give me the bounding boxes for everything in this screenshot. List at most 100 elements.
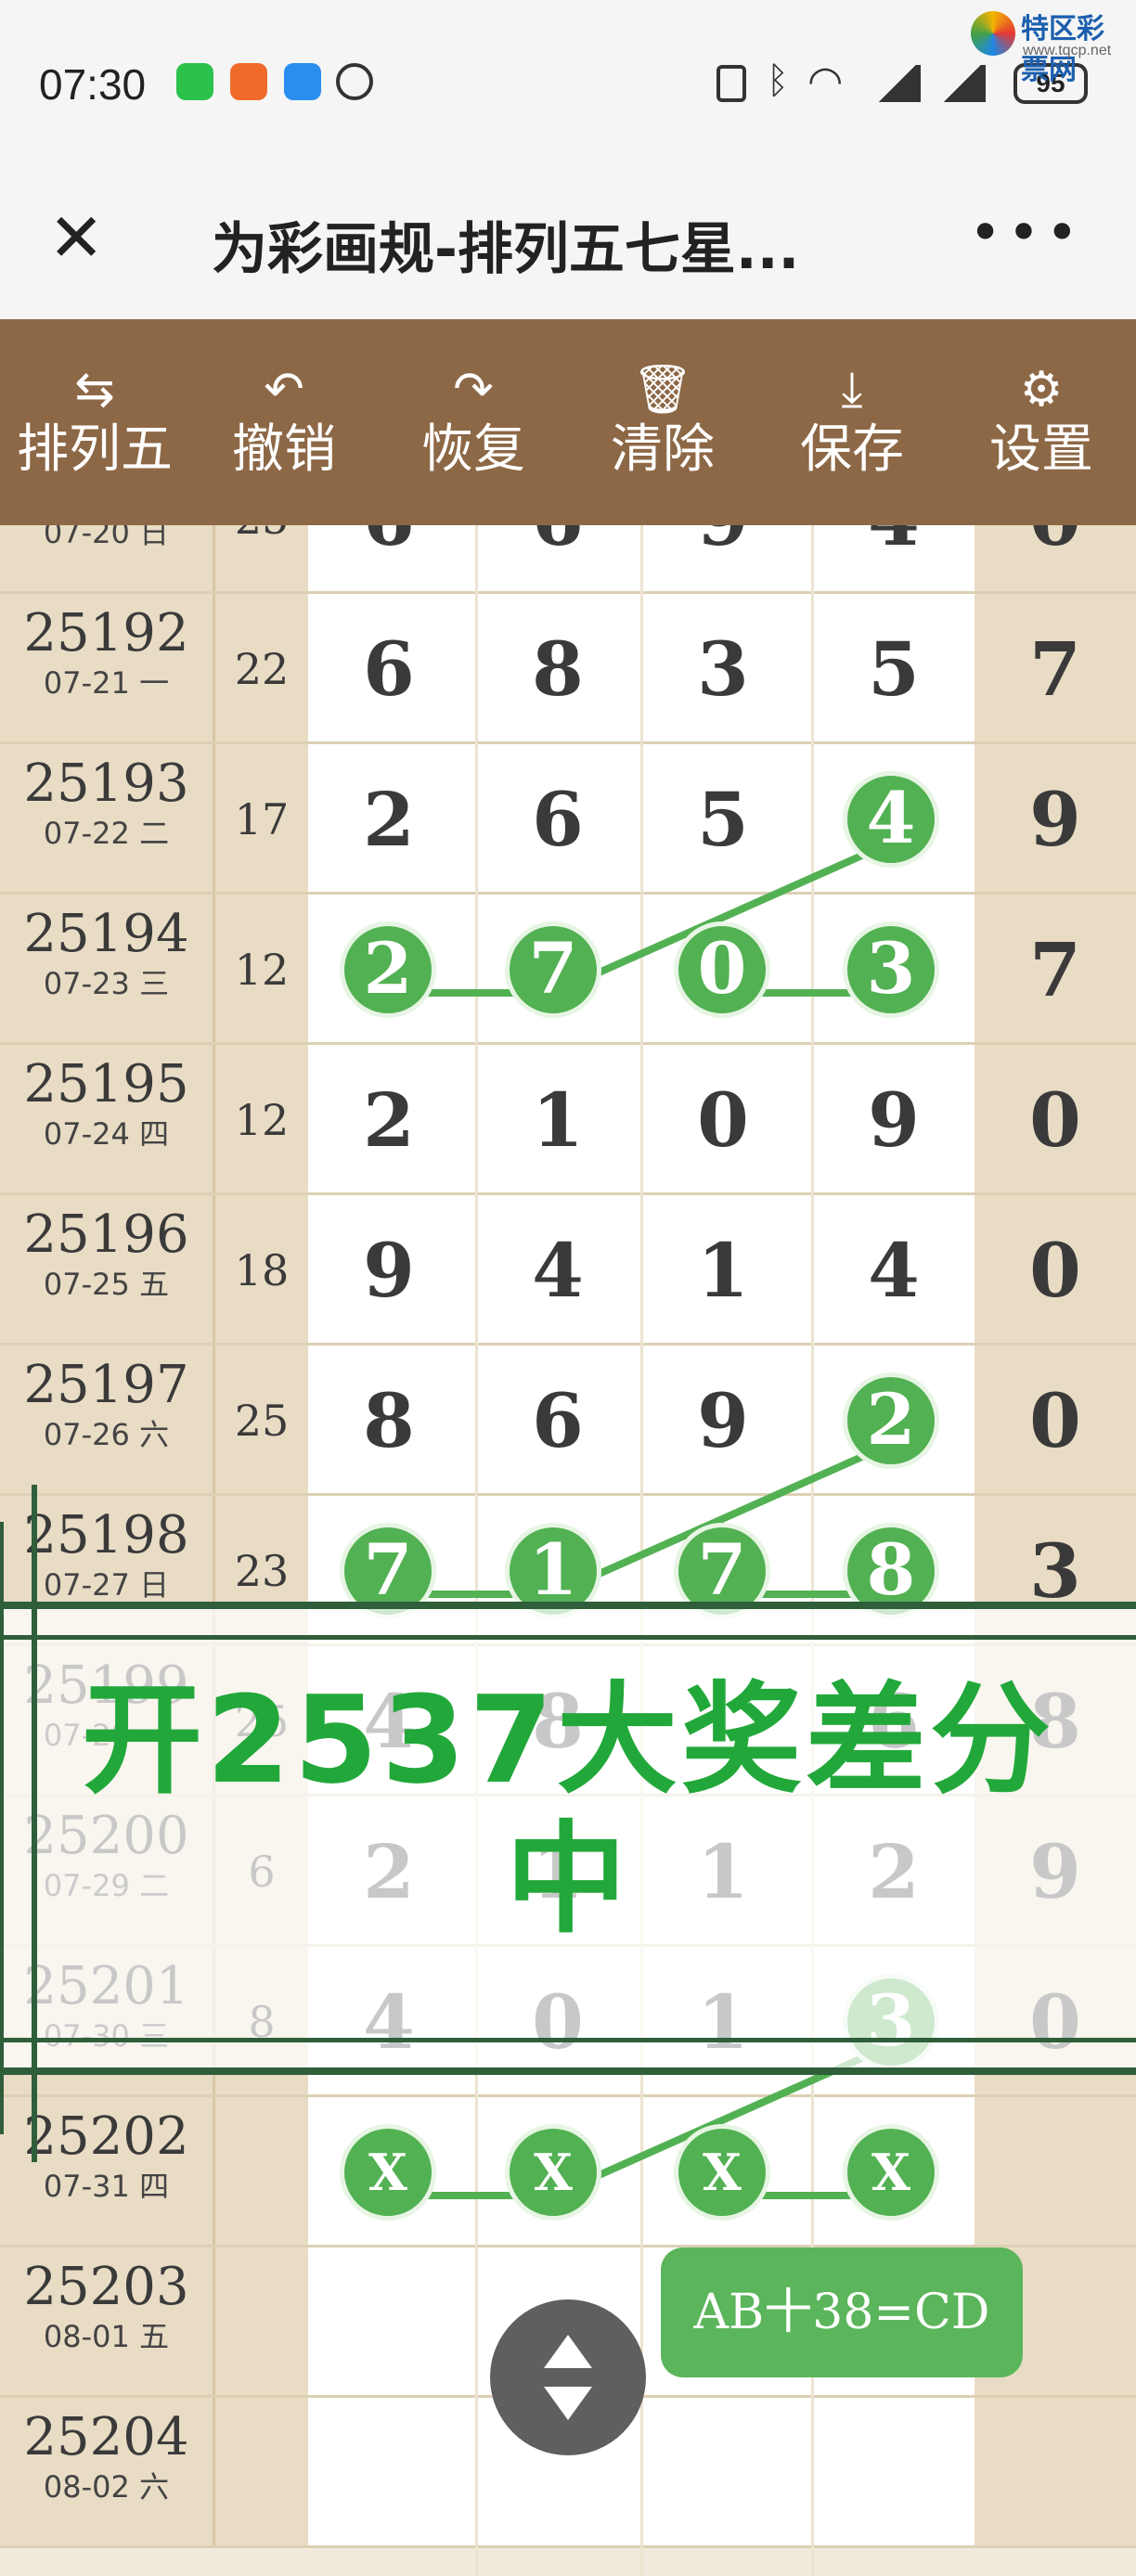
wechat-icon (176, 63, 213, 100)
digit-cell[interactable]: 9 (644, 525, 802, 594)
highlight-ball[interactable]: 2 (340, 921, 436, 1018)
column-divider (475, 525, 478, 2576)
digit-cell[interactable]: 5 (644, 744, 802, 895)
banner-text: 开2537大奖差分 中 (0, 1670, 1136, 1949)
digit-cell[interactable]: 6 (310, 525, 468, 594)
digit-cell[interactable]: 3 (644, 594, 802, 744)
highlight-ball[interactable]: 4 (843, 771, 939, 868)
issue-date: 07-31 四 (43, 2169, 170, 2204)
last-digit-cell: 7 (975, 895, 1136, 1045)
digit-cell[interactable]: 4 (479, 1195, 637, 1346)
toolbar-settings-button[interactable]: ⚙ 设置 (947, 319, 1136, 525)
sum-cell: 22 (215, 594, 308, 744)
undo-icon: ↶ (264, 362, 304, 418)
digit-cell[interactable]: 9 (310, 1195, 468, 1346)
watermark-logo: 特区彩票网 www.tqcp.net (963, 6, 1121, 85)
digit-cell[interactable]: 6 (310, 594, 468, 744)
page-title: 为彩画规-排列五七星... (212, 217, 800, 282)
eye-icon (336, 63, 373, 100)
last-digit-cell: 7 (975, 594, 1136, 744)
digit-cell[interactable]: 0 (644, 1045, 802, 1195)
watermark-icon (971, 11, 1015, 56)
scroll-toggle-button[interactable] (490, 2299, 646, 2455)
banner-frame-top-2 (0, 1635, 1136, 1640)
digit-cell[interactable]: 6 (479, 1346, 637, 1496)
last-digit-cell: 0 (975, 1195, 1136, 1346)
digit-cell[interactable] (644, 2398, 802, 2548)
highlight-ball[interactable]: 0 (674, 921, 770, 1018)
digit-cell[interactable]: 6 (479, 744, 637, 895)
issue-number: 25196 (23, 1204, 189, 1265)
toolbar-save-button[interactable]: ⤓ 保存 (757, 319, 947, 525)
toolbar-undo-button[interactable]: ↶ 撤销 (189, 319, 379, 525)
banner-line-2: 中 (505, 1809, 630, 1950)
toolbar-label: 清除 (611, 419, 715, 480)
close-icon[interactable]: ✕ (48, 204, 104, 271)
digit-cell[interactable]: 6 (479, 525, 637, 594)
toolbar-label: 排列五 (17, 419, 173, 480)
table-row: 25191 07-20 日 25 6694 0 (0, 525, 1136, 594)
sum-cell (215, 2398, 308, 2548)
signal-icon (874, 65, 921, 102)
highlight-ball[interactable]: X (340, 2124, 436, 2221)
trash-icon: 🗑 (631, 362, 693, 418)
digit-cell[interactable] (310, 2248, 468, 2398)
digit-cell[interactable]: 9 (815, 1045, 973, 1195)
banner-frame-bottom (0, 2038, 1136, 2042)
toolbar-label: 保存 (800, 419, 904, 480)
highlight-ball[interactable]: 3 (843, 921, 939, 1018)
last-digit-cell: 0 (975, 1045, 1136, 1195)
digit-cell[interactable]: 4 (815, 525, 973, 594)
sum-cell: 25 (215, 525, 308, 594)
highlight-ball[interactable]: 2 (843, 1372, 939, 1469)
issue-cell: 25193 07-22 二 (0, 744, 215, 895)
bluetooth-icon: ᛒ (767, 59, 789, 102)
digit-cell[interactable] (815, 2398, 973, 2548)
issue-cell: 25197 07-26 六 (0, 1346, 215, 1496)
digit-cell[interactable]: 8 (479, 594, 637, 744)
issue-cell: 25194 07-23 三 (0, 895, 215, 1045)
gear-icon: ⚙ (1019, 362, 1064, 418)
toolbar-clear-button[interactable]: 🗑 清除 (568, 319, 757, 525)
toolbar-redo-button[interactable]: ↷ 恢复 (379, 319, 568, 525)
more-options-icon[interactable]: ••• (969, 200, 1084, 265)
sum-cell: 12 (215, 1045, 308, 1195)
digit-cell[interactable] (310, 2398, 468, 2548)
sum-cell: 12 (215, 895, 308, 1045)
banner-frame-top (0, 1602, 1136, 1609)
up-down-arrow-icon (544, 2335, 592, 2420)
issue-cell: 25203 08-01 五 (0, 2248, 215, 2398)
digit-cell[interactable]: 2 (310, 744, 468, 895)
highlight-ball[interactable]: X (843, 2124, 939, 2221)
table-row: 25195 07-24 四 12 2109 0 (0, 1045, 1136, 1195)
signal-icon-2 (939, 65, 986, 102)
digit-cell[interactable]: 1 (479, 1045, 637, 1195)
formula-badge[interactable]: AB十38=CD (661, 2248, 1023, 2377)
column-divider (640, 525, 643, 2576)
last-digit-cell (975, 2398, 1136, 2548)
status-bar: 07:30 ᛒ ◠ 95 特区彩票网 www.tqcp.net (0, 0, 1136, 163)
row-divider (0, 2545, 1136, 2548)
banner-line-1: 开2537大奖差分 (82, 1669, 1054, 1810)
issue-cell: 25204 08-02 六 (0, 2398, 215, 2548)
toolbar-switch-button[interactable]: ⇆ 排列五 (0, 319, 189, 525)
digit-cell[interactable]: 8 (310, 1346, 468, 1496)
table-row: 25193 07-22 二 17 2654 9 (0, 744, 1136, 895)
last-digit-cell: 0 (975, 1346, 1136, 1496)
highlight-ball[interactable]: 7 (505, 921, 601, 1018)
digit-cell[interactable]: 2 (310, 1045, 468, 1195)
issue-number: 25203 (23, 2257, 189, 2317)
sum-cell (215, 2248, 308, 2398)
digit-cell[interactable]: 9 (644, 1346, 802, 1496)
digit-cell[interactable]: 1 (644, 1195, 802, 1346)
nfc-icon (716, 65, 746, 102)
issue-date: 07-24 四 (43, 1116, 170, 1152)
sum-cell: 18 (215, 1195, 308, 1346)
highlight-ball[interactable]: X (505, 2124, 601, 2221)
table-row: 25196 07-25 五 18 9414 0 (0, 1195, 1136, 1346)
toolbar: ⇆ 排列五 ↶ 撤销 ↷ 恢复 🗑 清除 ⤓ 保存 ⚙ 设置 (0, 319, 1136, 525)
swap-icon: ⇆ (74, 362, 115, 418)
digit-cell[interactable]: 5 (815, 594, 973, 744)
digit-cell[interactable]: 4 (815, 1195, 973, 1346)
highlight-ball[interactable]: X (674, 2124, 770, 2221)
